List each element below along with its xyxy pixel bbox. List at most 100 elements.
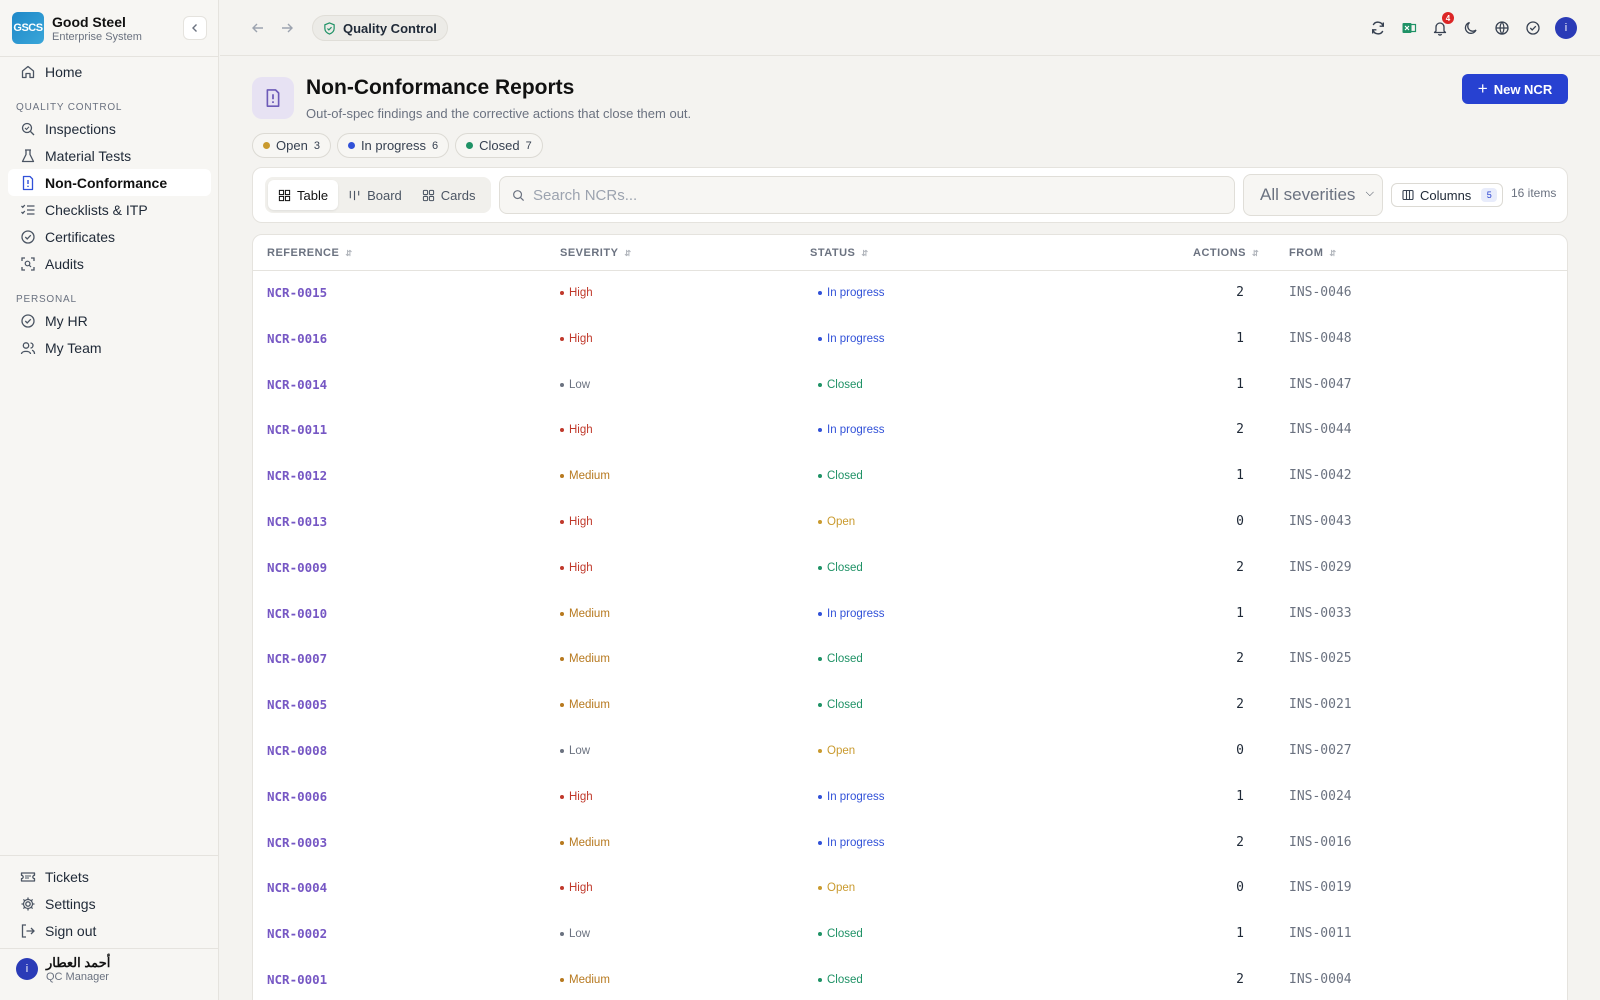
status-badge: Closed [818,379,863,391]
sign-out-icon [21,923,35,938]
ncr-reference-link[interactable]: NCR-0001 [267,972,327,987]
search-input[interactable]: Search NCRs... [499,176,1235,214]
table-row[interactable]: NCR-0012 Medium Closed 1 INS-0042 [253,454,1567,500]
columns-label: Columns [1420,187,1472,203]
new-ncr-label: New NCR [1493,81,1553,97]
certificate-check-icon [21,229,35,244]
status-label: Open [827,515,856,528]
alert-file-icon [266,89,280,107]
table-row[interactable]: NCR-0015 High In progress 2 INS-0046 [253,271,1567,317]
severity-badge: High [560,791,593,803]
ncr-reference-link[interactable]: NCR-0009 [267,560,327,575]
ncr-reference-link[interactable]: NCR-0014 [267,377,327,392]
chip-label: In progress [360,138,426,153]
ncr-reference-link[interactable]: NCR-0006 [267,789,327,804]
source-inspection: INS-0025 [1289,651,1352,667]
sidebar-item-audits[interactable]: Audits [8,250,211,277]
column-header-severity[interactable]: SEVERITY ⇵ [560,247,632,259]
ncr-reference-link[interactable]: NCR-0012 [267,468,327,483]
sidebar-item-certificates[interactable]: Certificates [8,223,211,250]
theme-toggle-button[interactable] [1460,17,1482,39]
sidebar-item-inspections[interactable]: Inspections [8,115,211,142]
column-header-actions[interactable]: ACTIONS ⇵ [1193,247,1259,259]
globe-icon [1495,21,1509,35]
ncr-reference-link[interactable]: NCR-0016 [267,331,327,346]
sidebar-item-checklists[interactable]: Checklists & ITP [8,196,211,223]
status-button[interactable] [1522,17,1544,39]
severity-dot [560,657,564,662]
ncr-reference-link[interactable]: NCR-0003 [267,835,327,850]
new-ncr-button[interactable]: + New NCR [1462,74,1568,104]
ncr-reference-link[interactable]: NCR-0015 [267,285,327,300]
ncr-reference-link[interactable]: NCR-0011 [267,422,327,437]
brand[interactable]: GSCS Good Steel Enterprise System [12,12,142,44]
table-row[interactable]: NCR-0007 Medium Closed 2 INS-0025 [253,637,1567,683]
avatar[interactable]: i [1555,17,1577,39]
ncr-reference-link[interactable]: NCR-0005 [267,697,327,712]
table-row[interactable]: NCR-0014 Low Closed 1 INS-0047 [253,363,1567,409]
view-cards-button[interactable]: Cards [412,180,486,210]
sidebar-item-non-conformance[interactable]: Non-Conformance [8,169,211,196]
column-header-status[interactable]: STATUS ⇵ [810,247,869,259]
sidebar-item-sign-out[interactable]: Sign out [8,917,211,944]
back-button[interactable] [248,18,268,38]
ncr-reference-link[interactable]: NCR-0013 [267,514,327,529]
breadcrumb[interactable]: Quality Control [312,15,448,41]
ncr-reference-link[interactable]: NCR-0004 [267,880,327,895]
status-label: Open [827,882,856,895]
column-header-reference[interactable]: REFERENCE ⇵ [267,247,353,259]
status-label: Closed [827,699,863,712]
forward-button[interactable] [277,18,297,38]
sidebar-item-my-team[interactable]: My Team [8,334,211,361]
collapse-sidebar-button[interactable] [183,16,207,40]
brand-logo: GSCS [12,12,44,44]
chip-in-progress[interactable]: In progress 6 [336,133,450,158]
status-dot [818,794,822,799]
table-row[interactable]: NCR-0004 High Open 0 INS-0019 [253,866,1567,912]
table-row[interactable]: NCR-0003 Medium In progress 2 INS-0016 [253,821,1567,867]
view-switcher: Table Board Cards [265,177,491,213]
refresh-button[interactable] [1367,17,1389,39]
status-dot [818,840,822,845]
table-row[interactable]: NCR-0002 Low Closed 1 INS-0011 [253,912,1567,958]
ncr-reference-link[interactable]: NCR-0002 [267,926,327,941]
view-table-button[interactable]: Table [268,180,339,210]
table-row[interactable]: NCR-0011 High In progress 2 INS-0044 [253,408,1567,454]
page-icon [252,77,294,119]
table-row[interactable]: NCR-0008 Low Open 0 INS-0027 [253,729,1567,775]
notifications-button[interactable]: 4 [1429,12,1454,39]
ncr-reference-link[interactable]: NCR-0008 [267,743,327,758]
sidebar-item-home[interactable]: Home [8,58,211,85]
status-label: In progress [827,332,885,345]
table-row[interactable]: NCR-0010 Medium In progress 1 INS-0033 [253,592,1567,638]
table-row[interactable]: NCR-0006 High In progress 1 INS-0024 [253,775,1567,821]
spreadsheet-button[interactable] [1398,17,1420,39]
table-grid-icon [278,189,291,201]
table-row[interactable]: NCR-0005 Medium Closed 2 INS-0021 [253,683,1567,729]
table-row[interactable]: NCR-0009 High Closed 2 INS-0029 [253,546,1567,592]
sidebar-nav: Home QUALITY CONTROL Inspections Materia… [8,58,211,361]
columns-button[interactable]: Columns 5 [1391,183,1503,207]
ncr-reference-link[interactable]: NCR-0010 [267,606,327,621]
search-placeholder: Search NCRs... [533,186,638,204]
sidebar-item-my-hr[interactable]: My HR [8,307,211,334]
column-header-from[interactable]: FROM ⇵ [1289,247,1337,259]
ncr-reference-link[interactable]: NCR-0007 [267,651,327,666]
table-row[interactable]: NCR-0001 Medium Closed 2 INS-0004 [253,958,1567,1000]
sidebar-item-tickets[interactable]: Tickets [8,863,211,890]
sidebar-item-material-tests[interactable]: Material Tests [8,142,211,169]
table-row[interactable]: NCR-0013 High Open 0 INS-0043 [253,500,1567,546]
severity-badge: High [560,516,593,528]
table-row[interactable]: NCR-0016 High In progress 1 INS-0048 [253,317,1567,363]
view-board-button[interactable]: Board [338,180,412,210]
chip-open[interactable]: Open 3 [252,133,331,158]
user-profile[interactable]: i أحمد العطار QC Manager [16,955,110,983]
sidebar-item-settings[interactable]: Settings [8,890,211,917]
sort-icon: ⇵ [861,248,869,258]
severity-filter-select[interactable]: All severities ⌵ [1243,174,1383,216]
view-label: Board [367,187,402,203]
status-dot [263,142,270,149]
chip-closed[interactable]: Closed 7 [455,133,543,158]
language-button[interactable] [1491,17,1513,39]
status-badge: Closed [818,653,863,665]
